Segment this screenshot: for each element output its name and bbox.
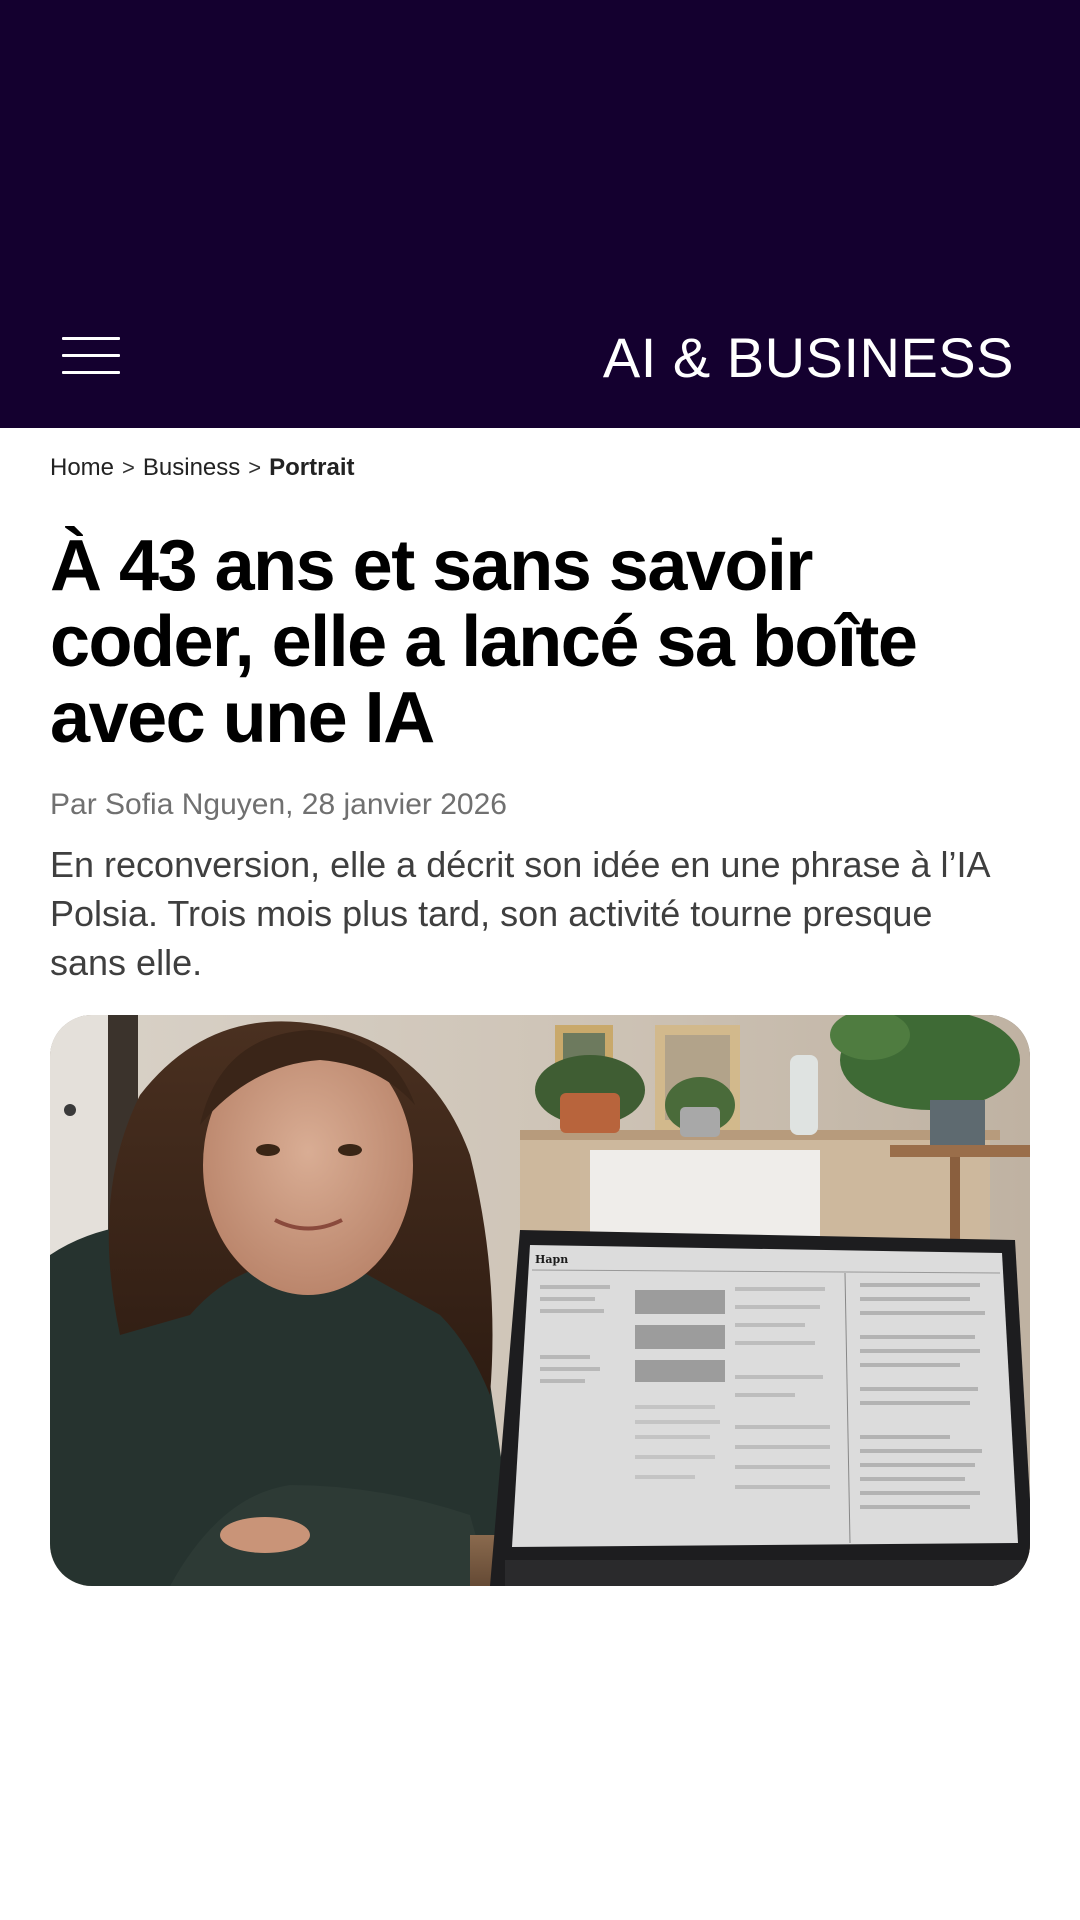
breadcrumb-current: Portrait [269, 454, 355, 481]
breadcrumb: Home > Business > Portrait [50, 454, 355, 482]
site-header: AI & BUSINESS [0, 0, 1080, 428]
hero-image: Hapn [50, 1015, 1030, 1586]
breadcrumb-business[interactable]: Business [143, 454, 240, 482]
breadcrumb-separator: > [122, 455, 135, 480]
site-logo[interactable]: AI & BUSINESS [603, 322, 1014, 394]
article-dek: En reconversion, elle a décrit son idée … [50, 844, 989, 983]
hamburger-menu-icon[interactable] [56, 330, 128, 382]
breadcrumb-separator: > [248, 455, 262, 480]
laptop-screen-app-name: Hapn [535, 1253, 568, 1266]
breadcrumb-home[interactable]: Home [50, 454, 114, 482]
article-title: À 43 ans et sans savoir coder, elle a la… [50, 526, 918, 758]
article-byline: Par Sofia Nguyen, 28 janvier 2026 [50, 788, 507, 821]
